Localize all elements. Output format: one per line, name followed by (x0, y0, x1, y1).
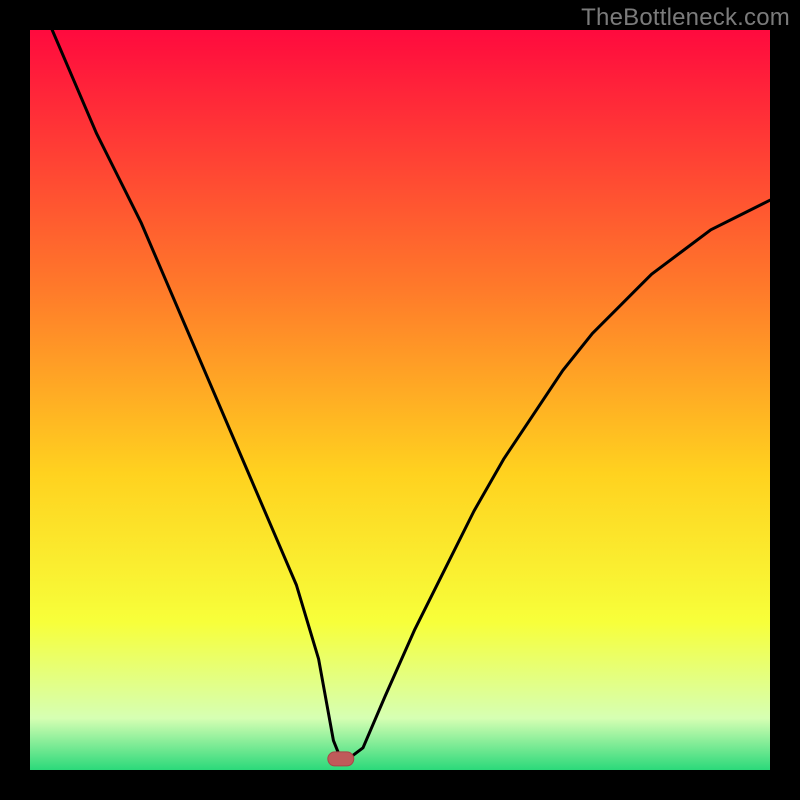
plot-area (30, 30, 770, 770)
minimum-marker (328, 752, 354, 766)
watermark-text: TheBottleneck.com (581, 4, 790, 32)
bottleneck-chart (0, 0, 800, 800)
chart-svg (0, 0, 800, 800)
